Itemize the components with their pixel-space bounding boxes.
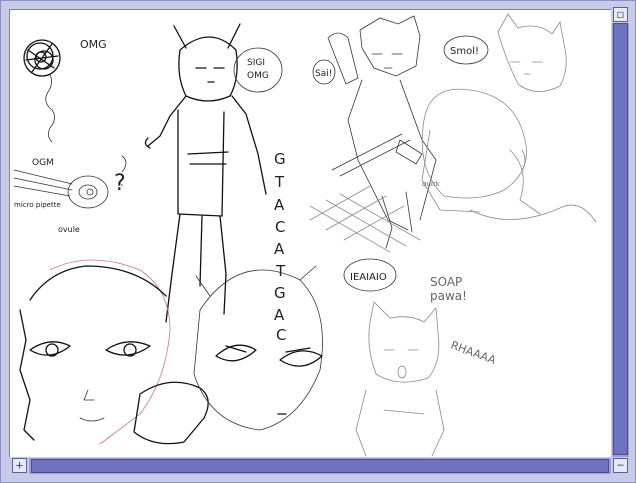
sigi-omg-bubble (233, 47, 283, 93)
soap-label: SOAP (430, 275, 462, 289)
standing-figure (144, 23, 267, 323)
seq-letter: A (274, 196, 285, 214)
scroll-top-button[interactable]: ◻ (613, 7, 628, 22)
seq-letter: T (275, 262, 286, 280)
drawing-canvas[interactable]: OMG OGM micro pipette ovule ? SIGI OMG G… (9, 9, 611, 457)
scribble-ball (23, 39, 61, 143)
sketch-window: OMG OGM micro pipette ovule ? SIGI OMG G… (0, 0, 636, 483)
sai-label: Sai! (315, 69, 332, 79)
sitting-figure (421, 13, 597, 223)
bazooka-figure (309, 15, 437, 253)
horizontal-scrollbar[interactable] (29, 458, 611, 474)
seq-letter: C (275, 218, 285, 236)
sketch-drawing: OMG OGM micro pipette ovule ? SIGI OMG G… (13, 13, 597, 457)
omg-label: OMG (80, 38, 107, 51)
ieaiaio-label: IEAIAIO (350, 272, 387, 283)
seq-letter: G (274, 150, 286, 168)
ogm-label: OGM (32, 158, 54, 168)
zoom-out-button[interactable]: − (613, 458, 628, 473)
ovule-label: ovule (58, 225, 80, 234)
zoom-in-button[interactable]: + (12, 458, 27, 473)
horizontal-scroll-thumb[interactable] (31, 459, 609, 473)
rhaaa-label: RHAAAA (449, 339, 498, 367)
seq-letter: C (276, 326, 286, 344)
pawa-label: pawa! (430, 289, 467, 303)
smol-label: Smol! (450, 46, 479, 57)
question-mark: ? (114, 171, 126, 196)
shouting-figure (355, 301, 445, 457)
micro-pipette-label: micro pipette (14, 201, 61, 209)
omg-bubble-label: OMG (247, 71, 269, 81)
vertical-scrollbar[interactable] (612, 23, 629, 457)
seq-letter: A (274, 240, 285, 258)
seq-letter: A (274, 306, 285, 324)
sigi-label: SIGI (247, 58, 265, 68)
seq-letter: T (274, 173, 285, 191)
vertical-scroll-thumb[interactable] (613, 23, 628, 455)
large-face-sketch (19, 259, 209, 445)
seq-letter: G (274, 284, 286, 302)
round-face-sketch (193, 265, 323, 431)
sequence-column: G T A C A T G A C (274, 150, 286, 344)
